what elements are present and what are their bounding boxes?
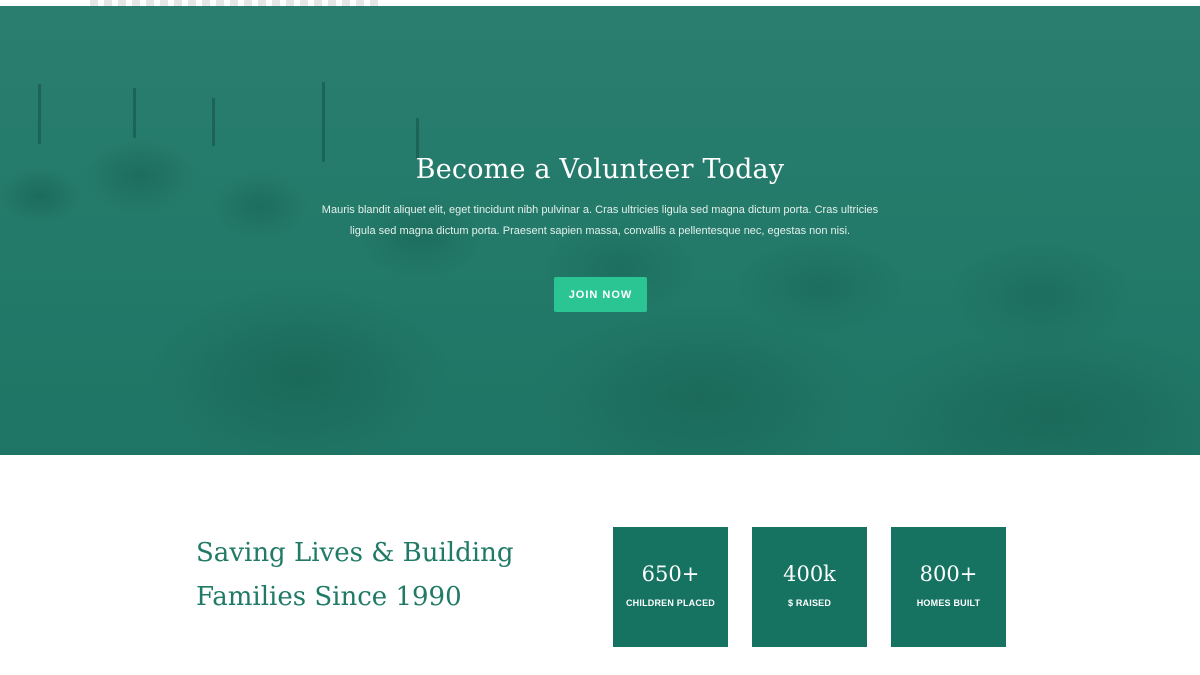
stat-label: CHILDREN PLACED: [625, 598, 715, 608]
hero-section: Become a Volunteer Today Mauris blandit …: [0, 6, 1200, 455]
about-section: Saving Lives & Building Families Since 1…: [0, 455, 1200, 675]
stat-value: 400k: [783, 562, 836, 586]
hero-description: Mauris blandit aliquet elit, eget tincid…: [321, 204, 879, 237]
stat-card-homes-built: 800+ HOMES BUILT: [891, 527, 1006, 647]
stat-value: 650+: [641, 562, 700, 586]
about-heading: Saving Lives & Building Families Since 1…: [196, 538, 514, 612]
hero-title: Become a Volunteer Today: [415, 154, 785, 185]
stat-card-children-placed: 650+ CHILDREN PLACED: [613, 527, 728, 647]
stat-label: $ RAISED: [787, 598, 832, 608]
stat-label: HOMES BUILT: [916, 598, 981, 608]
stat-card-raised: 400k $ RAISED: [752, 527, 867, 647]
stat-value: 800+: [919, 562, 978, 586]
hero-content: Become a Volunteer Today Mauris blandit …: [0, 6, 1200, 455]
join-now-button[interactable]: JOIN NOW: [554, 277, 647, 312]
